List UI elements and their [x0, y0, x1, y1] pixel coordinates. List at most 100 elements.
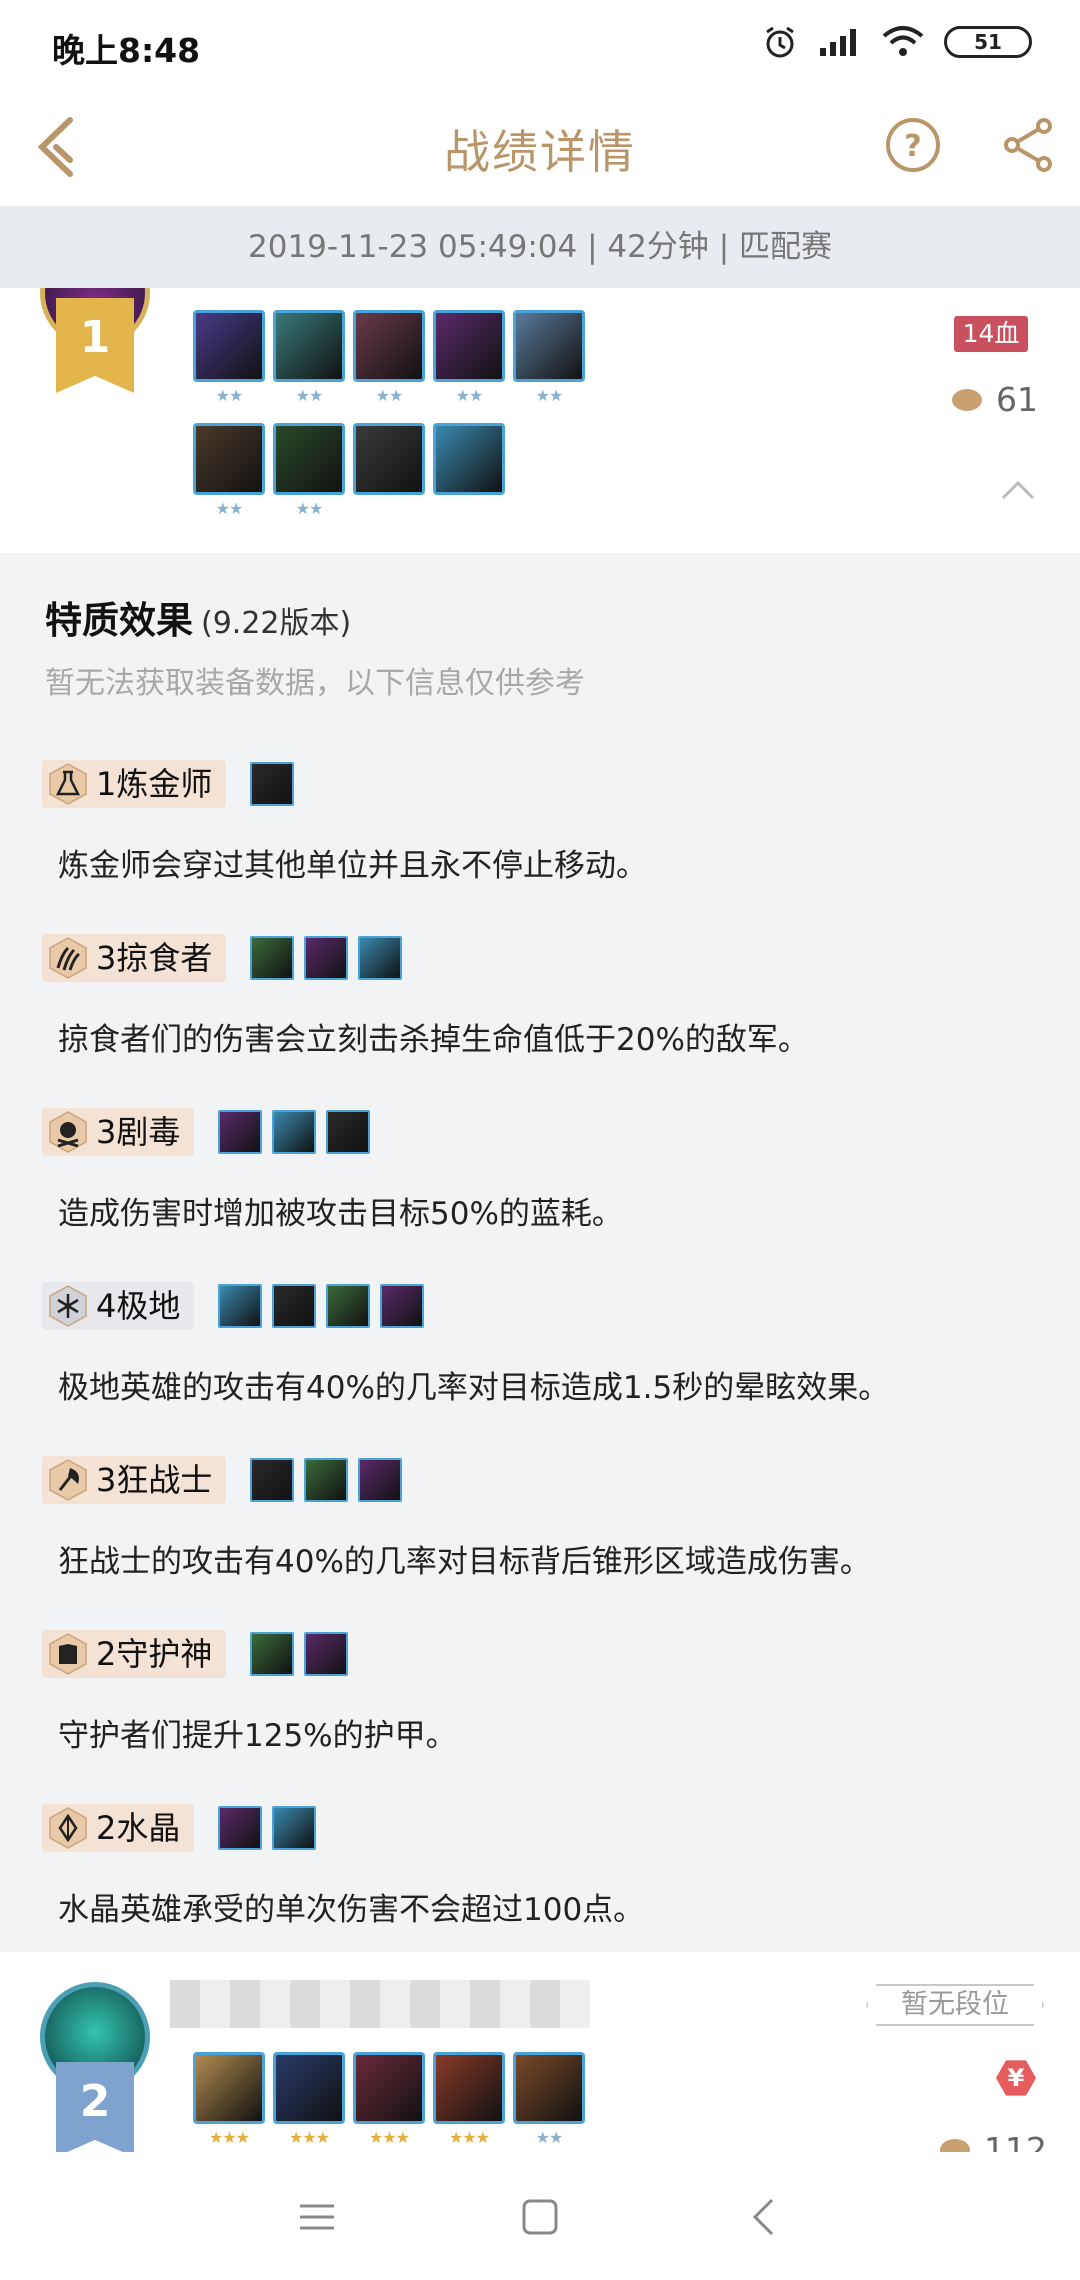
trait-item: 3剧毒 造成伤害时增加被攻击目标50%的蓝耗。	[42, 1108, 1042, 1232]
chevron-up-icon[interactable]	[1000, 478, 1036, 502]
trait-name: 2水晶	[96, 1809, 181, 1847]
trait-label: 1炼金师	[42, 760, 227, 808]
menu-icon[interactable]	[292, 2192, 342, 2242]
snowflake-icon	[49, 1285, 87, 1327]
trait-item: 1炼金师炼金师会穿过其他单位并且永不停止移动。	[42, 760, 1042, 884]
champion-portrait[interactable]	[273, 423, 345, 495]
trait-label: 4极地	[42, 1282, 195, 1330]
champion-portrait[interactable]	[353, 423, 425, 495]
champion-stars: ★★	[295, 499, 324, 518]
trait-champions	[218, 1284, 424, 1328]
trait-header: 2守护神	[42, 1630, 1042, 1678]
trait-name: 3剧毒	[96, 1113, 181, 1151]
trait-name: 3掠食者	[96, 939, 213, 977]
trait-label: 2水晶	[42, 1804, 195, 1852]
champion-mini-portrait[interactable]	[326, 1110, 370, 1154]
champion-portrait[interactable]	[513, 2052, 585, 2124]
champion-portrait[interactable]	[353, 310, 425, 382]
trait-item: 4极地 极地英雄的攻击有40%的几率对目标造成1.5秒的晕眩效果。	[42, 1282, 1042, 1406]
champion-stars: ★★	[375, 386, 404, 405]
trait-name: 3狂战士	[96, 1461, 213, 1499]
champion-portrait[interactable]	[273, 2052, 345, 2124]
champion-portrait[interactable]	[433, 310, 505, 382]
signal-icon	[820, 29, 856, 56]
trait-header: 3狂战士	[42, 1456, 1042, 1504]
gold-value: 112	[984, 2130, 1047, 2152]
champion-mini-portrait[interactable]	[272, 1110, 316, 1154]
champion-stars: ★★★	[448, 2128, 490, 2147]
trait-champions	[250, 936, 402, 980]
champion-mini-portrait[interactable]	[250, 1458, 294, 1502]
trait-label: 3剧毒	[42, 1108, 195, 1156]
status-icons: 51	[762, 24, 1032, 60]
champion-mini-portrait[interactable]	[304, 1632, 348, 1676]
champion-mini-portrait[interactable]	[304, 936, 348, 980]
trait-champions	[218, 1110, 370, 1154]
champion-mini-portrait[interactable]	[380, 1284, 424, 1328]
champion-mini-portrait[interactable]	[218, 1110, 262, 1154]
rank-ribbon: 1	[56, 298, 134, 393]
player-2-card[interactable]: 2 暂无段位 ¥ ★★★ ★★★ ★★★ ★★★ ★★ 112	[0, 1952, 1080, 2152]
rank-number: 1	[79, 312, 111, 363]
trait-champions	[250, 762, 294, 806]
armor-icon	[49, 1633, 87, 1675]
champion-stars: ★★	[215, 499, 244, 518]
champion-stars: ★★★	[208, 2128, 250, 2147]
player-1-card[interactable]: 1 ★★ ★★ ★★ ★★ ★★ ★★ ★★ 14血 61	[0, 288, 1080, 553]
champion-portrait[interactable]	[273, 310, 345, 382]
champion-mini-portrait[interactable]	[272, 1284, 316, 1328]
trait-item: 2守护神 守护者们提升125%的护甲。	[42, 1630, 1042, 1754]
alarm-icon	[766, 26, 794, 58]
svg-text:?: ?	[904, 129, 921, 164]
trait-description: 炼金师会穿过其他单位并且永不停止移动。	[58, 848, 647, 884]
champion-mini-portrait[interactable]	[358, 1458, 402, 1502]
champion-mini-portrait[interactable]	[272, 1806, 316, 1850]
trait-item: 2水晶水晶英雄承受的单次伤害不会超过100点。	[42, 1804, 1042, 1928]
trait-header: 3剧毒	[42, 1108, 1042, 1156]
trait-label: 3狂战士	[42, 1456, 227, 1504]
champion-portrait[interactable]	[193, 310, 265, 382]
champion-portrait[interactable]	[193, 2052, 265, 2124]
champion-stars: ★★	[295, 386, 324, 405]
champion-mini-portrait[interactable]	[218, 1806, 262, 1850]
back-icon[interactable]	[740, 2192, 790, 2242]
champion-stars: ★★	[535, 386, 564, 405]
wifi-icon	[882, 26, 924, 56]
trait-description: 水晶英雄承受的单次伤害不会超过100点。	[58, 1892, 645, 1928]
battery-indicator: 51	[944, 26, 1032, 58]
trait-label: 3掠食者	[42, 934, 227, 982]
coin-icon	[952, 388, 982, 411]
rank-ribbon: 2	[56, 2062, 134, 2152]
traits-note: 暂无法获取装备数据，以下信息仅供参考	[45, 666, 585, 701]
champion-mini-portrait[interactable]	[250, 1632, 294, 1676]
status-bar: 晚上8:48 51	[0, 0, 1080, 86]
home-icon[interactable]	[515, 2192, 565, 2242]
champion-mini-portrait[interactable]	[304, 1458, 348, 1502]
champion-mini-portrait[interactable]	[358, 936, 402, 980]
trait-header: 3掠食者	[42, 934, 1042, 982]
trait-description: 掠食者们的伤害会立刻击杀掉生命值低于20%的敌军。	[58, 1022, 809, 1058]
rank-tag: 暂无段位	[866, 1984, 1044, 2026]
trait-label: 2守护神	[42, 1630, 227, 1678]
champion-mini-portrait[interactable]	[326, 1284, 370, 1328]
champion-portrait[interactable]	[433, 423, 505, 495]
trait-champions	[250, 1632, 348, 1676]
champion-mini-portrait[interactable]	[250, 762, 294, 806]
champion-stars: ★★★	[288, 2128, 330, 2147]
champion-mini-portrait[interactable]	[250, 936, 294, 980]
traits-title: 特质效果	[45, 599, 193, 642]
blurred-player-name	[170, 1980, 590, 2028]
champion-mini-portrait[interactable]	[218, 1284, 262, 1328]
share-icon[interactable]	[1000, 116, 1058, 174]
champion-portrait[interactable]	[193, 423, 265, 495]
help-icon[interactable]: ?	[884, 116, 942, 174]
gold-count: 112	[940, 2130, 1047, 2152]
champion-stars: ★★	[455, 386, 484, 405]
trait-item: 3掠食者掠食者们的伤害会立刻击杀掉生命值低于20%的敌军。	[42, 934, 1042, 1058]
trait-champions	[218, 1806, 316, 1850]
champion-portrait[interactable]	[513, 310, 585, 382]
gold-count: 61	[952, 380, 1038, 419]
champion-portrait[interactable]	[433, 2052, 505, 2124]
champion-portrait[interactable]	[353, 2052, 425, 2124]
axe-icon	[49, 1459, 87, 1501]
